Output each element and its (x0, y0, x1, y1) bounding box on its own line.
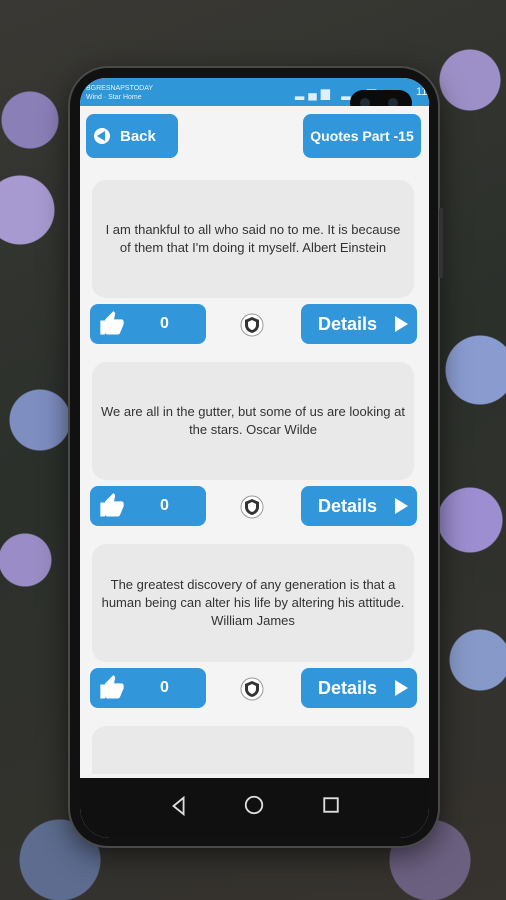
back-button[interactable]: Back (86, 114, 178, 158)
details-button[interactable]: Details (301, 668, 417, 708)
system-nav-bar (80, 778, 429, 838)
status-line-2: Wind · Star Home (86, 94, 142, 101)
quote-actions: 0 Details (80, 486, 429, 530)
details-button[interactable]: Details (301, 304, 417, 344)
status-time: 11:1 (416, 86, 429, 98)
play-icon (395, 680, 408, 696)
like-count: 0 (160, 679, 169, 696)
app-screen: BGRESNAPSTODAY Wind · Star Home ▂▄▆ ▂▄▆ … (80, 78, 429, 838)
details-button-label: Details (318, 678, 378, 698)
quote-card: The greatest discovery of any generation… (92, 544, 414, 662)
quote-text: The greatest discovery of any generation… (101, 577, 405, 628)
quote-card: I am thankful to all who said no to me. … (92, 180, 414, 298)
thumbs-up-icon (100, 675, 124, 699)
quote-text: We are all in the gutter, but some of us… (101, 404, 405, 437)
status-notifications: BGRESNAPSTODAY Wind · Star Home (86, 84, 153, 102)
nav-back-icon[interactable] (168, 795, 190, 817)
play-icon (395, 498, 408, 514)
details-button-label: Details (318, 314, 378, 334)
like-button[interactable]: 0 (90, 304, 206, 344)
nav-recent-icon[interactable] (322, 796, 340, 814)
back-arrow-icon (94, 128, 110, 144)
like-count: 0 (160, 497, 169, 514)
back-button-label: Back (120, 127, 156, 145)
page-title: Quotes Part -15 (303, 114, 421, 158)
quote-actions: 0 Details (80, 668, 429, 712)
thumbs-up-icon (100, 311, 124, 335)
like-count: 0 (160, 315, 169, 332)
quote-actions: 0 Details (80, 304, 429, 348)
shield-icon[interactable] (240, 495, 264, 519)
details-button[interactable]: Details (301, 486, 417, 526)
details-button-label: Details (318, 496, 378, 516)
like-button[interactable]: 0 (90, 486, 206, 526)
status-line-1: BGRESNAPSTODAY (86, 85, 154, 92)
play-icon (395, 316, 408, 332)
like-button[interactable]: 0 (90, 668, 206, 708)
status-bar: BGRESNAPSTODAY Wind · Star Home ▂▄▆ ▂▄▆ … (80, 78, 429, 116)
quote-card: We are all in the gutter, but some of us… (92, 362, 414, 480)
shield-icon[interactable] (240, 677, 264, 701)
quote-text: I am thankful to all who said no to me. … (105, 222, 401, 255)
quote-card (92, 726, 414, 774)
thumbs-up-icon (100, 493, 124, 517)
shield-icon[interactable] (240, 313, 264, 337)
nav-home-icon[interactable] (243, 794, 265, 816)
quotes-list[interactable]: I am thankful to all who said no to me. … (80, 170, 429, 774)
app-header: Back Quotes Part -15 (80, 106, 429, 166)
phone-side-button (439, 208, 443, 278)
